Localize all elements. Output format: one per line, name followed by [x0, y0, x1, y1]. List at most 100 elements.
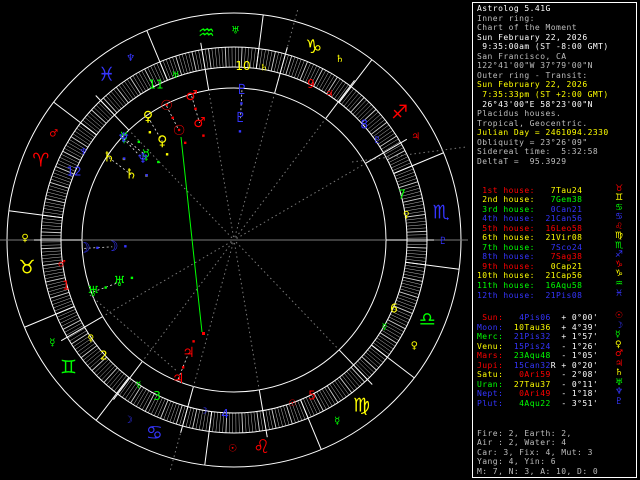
house-7-ruler-glyph: ♀ — [403, 210, 410, 220]
planet-declination-value: + 1°57' — [561, 332, 599, 342]
aspect-line-0 — [180, 136, 203, 333]
panel-border-top — [472, 2, 637, 3]
info-line: Outer ring - Transit: — [477, 70, 588, 80]
planet-row: Sun: 4Pis06 + 0°00' ☉ — [477, 311, 623, 323]
house-label: 12th house: — [477, 290, 535, 300]
planet-moon-transit-marker — [96, 246, 99, 250]
degree-tick — [98, 363, 114, 379]
degree-tick — [285, 55, 293, 76]
degree-tick — [256, 411, 260, 432]
degree-tick — [396, 300, 415, 308]
house-3-ruler-glyph: ☿ — [136, 380, 142, 390]
house-cusp-value: 0Can21 — [545, 204, 583, 214]
degree-tick — [96, 361, 111, 376]
degree-tick — [406, 253, 427, 256]
house-5-ruler-glyph: ☉ — [288, 399, 296, 409]
house-cusp-value: 7Sag38 — [545, 252, 583, 262]
info-line: Obliquity = 23°26'09" — [477, 138, 588, 148]
planet-saturn-natal-glyph: ♄ — [125, 167, 138, 183]
planet-mercury-transit-marker — [137, 140, 141, 144]
degree-tick — [51, 294, 71, 302]
degree-tick — [404, 268, 425, 272]
planet-neptune-natal-marker — [145, 174, 148, 177]
degree-tick — [59, 314, 79, 324]
house-2-ruler-glyph: ♀ — [87, 334, 94, 344]
info-line: Astrolog 5.41G — [477, 4, 551, 14]
house-cusp-line-5 — [234, 242, 260, 390]
degree-tick — [282, 54, 289, 75]
degree-tick — [404, 271, 424, 276]
planet-uranus-natal-marker — [130, 276, 134, 280]
house-number-1: 1 — [62, 278, 70, 292]
degree-tick — [172, 404, 180, 424]
degree-tick — [396, 175, 416, 183]
info-line: Sun February 22, 2026 — [477, 80, 588, 90]
planet-saturn-transit-glyph: ♄ — [102, 149, 115, 165]
degree-tick — [41, 228, 62, 230]
house-number-11: 11 — [148, 77, 163, 91]
house-label: 2nd house: — [477, 195, 535, 205]
sign-gemini-ruler-glyph: ☿ — [49, 338, 55, 349]
planet-row: Merc: 21Pis32 + 1°57' ☿ — [477, 331, 621, 342]
degree-tick — [405, 265, 425, 269]
planet-venus-natal-glyph: ♀ — [157, 133, 167, 149]
sign-leo-ruler-glyph: ☉ — [228, 443, 237, 454]
house-label: 8th house: — [477, 252, 535, 262]
planet-position-value: 0Ari59 — [513, 370, 551, 380]
degree-tick — [241, 412, 244, 433]
house-cusp-value: 0Cap21 — [545, 261, 583, 271]
planet-uranus-transit-glyph: ♅ — [87, 284, 100, 300]
house-number-2: 2 — [100, 349, 108, 363]
astrolog-window: ♈ ♂ ♉ ♀ ♊ ☿ ♋ ☽ ♌ ☉ ♍ ☿ ♎ ♀ ♏ ♇ ♐ ♃ ♑ ♄ ♒ ♅ ♓ ♆ 1 ♂ 2 ♀ 3 ☿ 4 ☽ 5 ☉ 6 ☿ 7 ♀ 8 ♇… — [0, 0, 640, 480]
degree-tick — [357, 104, 372, 119]
degree-tick — [42, 218, 63, 221]
degree-tick — [406, 250, 427, 252]
planet-pluto-transit-marker — [240, 102, 243, 105]
totals-line: Air : 2, Water: 4 — [477, 438, 567, 448]
house-cusp-spoke-4 — [180, 386, 194, 433]
planet-sun-natal-marker — [184, 141, 187, 145]
planet-position-value: 23Aqu48 — [513, 351, 551, 361]
degree-tick — [398, 291, 419, 299]
planet-pluto-transit-glyph: ♇ — [236, 82, 249, 98]
planet-label: Satu: — [477, 370, 504, 380]
planet-sun-transit-marker — [171, 116, 174, 120]
sign-scorpio-ruler-glyph: ♇ — [439, 236, 448, 247]
degree-tick — [294, 59, 302, 78]
degree-tick — [391, 159, 410, 169]
chart-wheel[interactable]: ♈ ♂ ♉ ♀ ♊ ☿ ♋ ☽ ♌ ☉ ♍ ☿ ♎ ♀ ♏ ♇ ♐ ♃ ♑ ♄ ♒ ♅ ♓ ♆ 1 ♂ 2 ♀ 3 ☿ 4 ☽ 5 ☉ 6 ☿ 7 ♀ 8 ♇… — [0, 0, 470, 480]
degree-tick — [48, 185, 69, 192]
degree-tick — [400, 285, 421, 292]
degree-tick — [259, 411, 264, 431]
degree-tick — [228, 47, 230, 68]
totals-line: Yang: 4, Yin: 6 — [477, 457, 556, 467]
degree-tick — [389, 156, 409, 166]
house-number-7: 7 — [398, 188, 406, 202]
sign-capricorn-ruler-glyph: ♄ — [335, 54, 344, 65]
sign-pisces-ruler-glyph: ♆ — [126, 53, 135, 64]
planet-mars-natal-marker — [202, 134, 205, 137]
sign-libra-ruler-glyph: ♀ — [411, 340, 418, 351]
info-line: Placidus houses. — [477, 109, 561, 119]
info-line: Sun February 22, 2026 — [477, 32, 588, 42]
house-10-ruler-glyph: ♄ — [260, 64, 268, 74]
planet-moon-transit-glyph: ☽ — [78, 240, 91, 256]
info-line: Obliquity = 23°26'09" — [477, 137, 588, 147]
degree-tick — [355, 363, 370, 378]
degree-tick — [181, 54, 188, 74]
degree-tick — [397, 178, 417, 186]
house-label: 5th house: — [477, 223, 535, 233]
degree-tick — [395, 171, 415, 180]
sign-aries-ruler-glyph: ♂ — [49, 129, 58, 140]
info-line: Placidus houses. — [477, 109, 562, 119]
planet-moon-natal-marker — [124, 245, 127, 248]
degree-tick — [43, 208, 64, 212]
house-label: 3rd house: — [477, 204, 535, 214]
degree-tick — [53, 300, 73, 309]
house-4-ruler-glyph: ☽ — [200, 406, 208, 416]
totals-line: Air : 2, Water: 4 — [477, 438, 567, 448]
sign-aquarius-glyph: ♒ — [198, 22, 215, 44]
house-row: 3rd house: 0Can21 ♋ — [477, 203, 623, 215]
planet-row: Moon: 10Tau36 + 4°39' ☽ — [477, 321, 623, 333]
degree-tick — [288, 56, 296, 76]
